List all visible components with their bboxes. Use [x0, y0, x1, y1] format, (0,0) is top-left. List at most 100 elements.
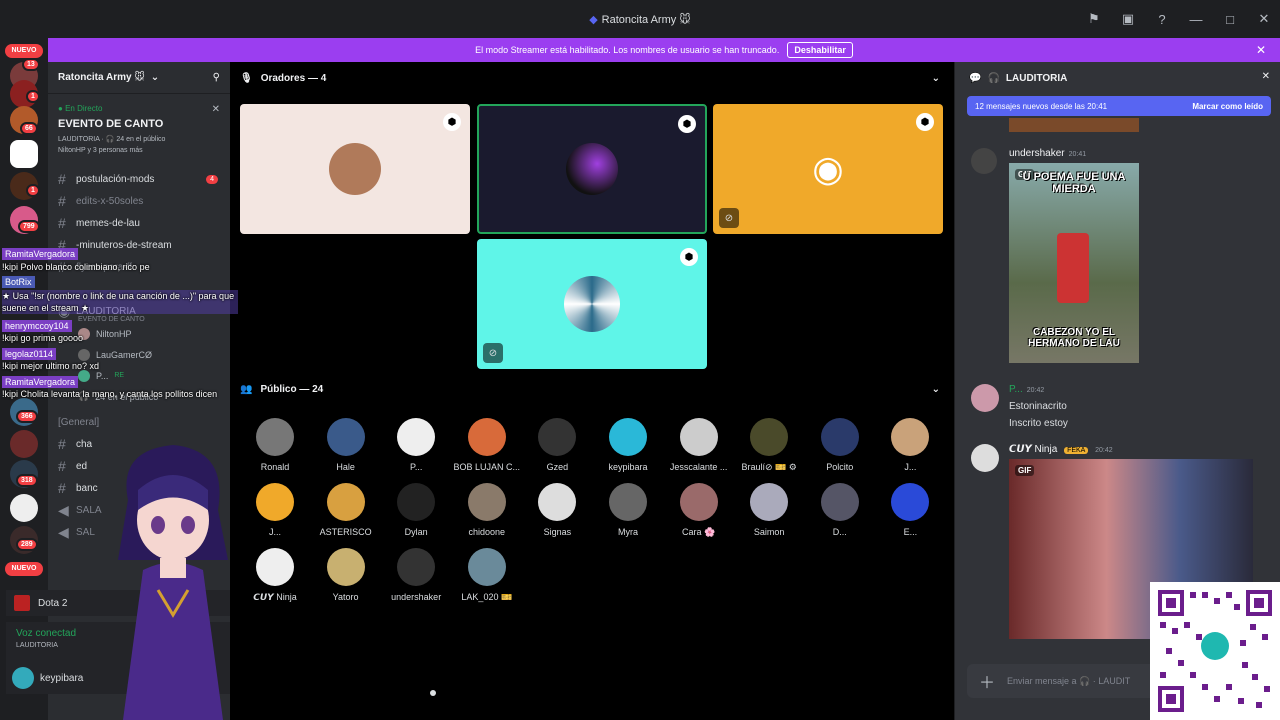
live-event-card[interactable]: ● En Directo ✕ EVENTO DE CANTO LAUDITORI…: [54, 98, 224, 164]
chat-header: 💬 🎧 LAUDITORIA ✕: [969, 71, 1270, 84]
audience-header[interactable]: 👥 Público — 24 ⌄: [240, 379, 946, 399]
hash-icon: #: [58, 193, 66, 209]
audience-member[interactable]: Signas: [522, 483, 592, 537]
overlay-message: !kipi Polvo blanco colimbiano, rico pe: [2, 262, 150, 272]
avatar: [256, 548, 294, 586]
audience-member[interactable]: Gzed: [522, 418, 592, 472]
server-header[interactable]: Ratoncita Army 🐭 ⌄ ⚲: [48, 62, 230, 94]
overlay-message: !kipi Cholita levanta la mano, y canta l…: [2, 389, 218, 399]
audience-name: E...: [903, 527, 918, 537]
avatar: [750, 483, 789, 521]
help-icon[interactable]: ?: [1154, 12, 1170, 27]
banner-text: El modo Streamer está habilitado. Los no…: [475, 45, 780, 55]
moderator-shield-icon: ⬢: [916, 113, 934, 131]
vtuber-avatar: [118, 445, 228, 720]
audience-member[interactable]: Yatoro: [311, 548, 381, 602]
avatar: [891, 418, 930, 456]
flag-icon[interactable]: ⚑: [1086, 11, 1102, 27]
unread-badge: 366: [16, 410, 38, 423]
audience-name: P...: [410, 462, 423, 472]
discord-logo-icon: ◆: [589, 13, 598, 26]
unread-badge: 799: [18, 220, 40, 233]
server-icon[interactable]: [10, 494, 38, 522]
avatar: [397, 548, 436, 586]
speaker-tile[interactable]: ⬢: [477, 104, 707, 234]
chevron-down-icon: ⌄: [150, 72, 160, 83]
avatar: [538, 418, 577, 456]
gif-image[interactable]: GIF U POEMA FUE UNA MIERDA CABEZON YO EL…: [1009, 163, 1139, 363]
speakers-header[interactable]: 🎙 Oradores — 4 ⌄: [240, 68, 946, 88]
chat-message: undershaker 20:41 GIF U POEMA FUE UNA MIE…: [971, 148, 1139, 363]
audience-member[interactable]: Cara 🌸: [664, 483, 734, 538]
gif-preview-cropped: [1009, 118, 1139, 132]
inbox-icon[interactable]: ▣: [1120, 11, 1136, 27]
audience-member[interactable]: E...: [875, 483, 945, 537]
audience-member[interactable]: Myra: [593, 483, 663, 537]
channel-item[interactable]: # memes-de-lau: [48, 212, 230, 234]
muted-mic-icon: ⊘: [483, 343, 503, 363]
moderator-shield-icon: ⬢: [678, 115, 696, 133]
yape-qr-code[interactable]: [1150, 582, 1280, 720]
close-window-icon[interactable]: ✕: [1256, 11, 1272, 27]
audience-member[interactable]: BOB LUJAN C...: [452, 418, 522, 472]
channel-item[interactable]: # postulación-mods 4: [48, 168, 230, 190]
maximize-icon[interactable]: □: [1222, 12, 1238, 27]
plus-icon[interactable]: ＋: [979, 669, 995, 693]
audience-name: Dylan: [404, 527, 428, 537]
unread-badge: 1: [26, 90, 40, 103]
hash-icon: #: [58, 215, 66, 231]
audience-member[interactable]: D...: [805, 483, 875, 537]
audience-name: J...: [904, 462, 917, 472]
audience-name: keypibara: [608, 462, 648, 472]
audience-member[interactable]: LAK_020 🎫: [452, 548, 522, 603]
unread-badge: 13: [22, 58, 40, 71]
minimize-icon[interactable]: —: [1188, 12, 1204, 27]
audience-name: BOB LUJAN C...: [453, 462, 521, 472]
audience-name: Jesscalante ...: [669, 462, 728, 472]
role-tag: FEKA: [1064, 447, 1089, 454]
unread-badge: 1: [26, 184, 40, 197]
hash-icon: #: [58, 171, 66, 187]
audience-member[interactable]: undershaker: [381, 548, 451, 602]
avatar: [326, 418, 365, 456]
avatar: [256, 418, 294, 456]
close-icon[interactable]: ✕: [212, 104, 220, 115]
audience-name: Yatoro: [332, 592, 359, 602]
audience-member[interactable]: chidoone: [452, 483, 522, 537]
disable-streamer-button[interactable]: Deshabilitar: [787, 42, 853, 58]
audience-member[interactable]: P...: [381, 418, 451, 472]
audience-member[interactable]: Jesscalante ...: [664, 418, 734, 472]
avatar: [397, 483, 436, 521]
speaker-tile[interactable]: ⬢ ⊘: [477, 239, 707, 369]
audience-member[interactable]: Hale: [311, 418, 381, 472]
new-messages-bar[interactable]: 12 mensajes nuevos desde las 20:41 Marca…: [967, 96, 1271, 116]
avatar: [679, 418, 718, 456]
add-member-icon[interactable]: ⚲: [213, 72, 220, 83]
event-title: EVENTO DE CANTO: [58, 118, 164, 130]
overlay-username: RamitaVergadora: [2, 376, 79, 388]
audience-name: Braulí⊘ 🎫 ⚙: [741, 462, 797, 472]
avatar: [820, 418, 859, 456]
audience-member[interactable]: ASTERISCO: [311, 483, 381, 537]
avatar: [971, 148, 997, 174]
audience-member[interactable]: keypibara: [593, 418, 663, 472]
banner-close-icon[interactable]: ✕: [1256, 43, 1266, 57]
speaker-tile[interactable]: ⬢: [240, 104, 470, 234]
avatar: [566, 143, 618, 195]
audience-member[interactable]: Braulí⊘ 🎫 ⚙: [734, 418, 804, 473]
server-icon[interactable]: [10, 430, 38, 458]
speaker-tile[interactable]: ◉ ⬢ ⊘: [713, 104, 943, 234]
audience-member[interactable]: Dylan: [381, 483, 451, 537]
audience-name: chidoone: [468, 527, 506, 537]
unread-badge: 66: [20, 122, 38, 135]
audience-icon: 👥: [240, 383, 253, 395]
mark-read-button[interactable]: Marcar como leído: [1192, 102, 1263, 111]
channel-item[interactable]: # edits-x-50soles: [48, 190, 230, 212]
audience-member[interactable]: J...: [875, 418, 945, 472]
category-header[interactable]: [General]: [48, 411, 230, 433]
audience-member[interactable]: Polcito: [805, 418, 875, 472]
server-icon[interactable]: [10, 140, 38, 168]
close-icon[interactable]: ✕: [1262, 71, 1270, 82]
chat-bubble-icon: 💬: [969, 72, 982, 84]
audience-member[interactable]: Saimon: [734, 483, 804, 537]
